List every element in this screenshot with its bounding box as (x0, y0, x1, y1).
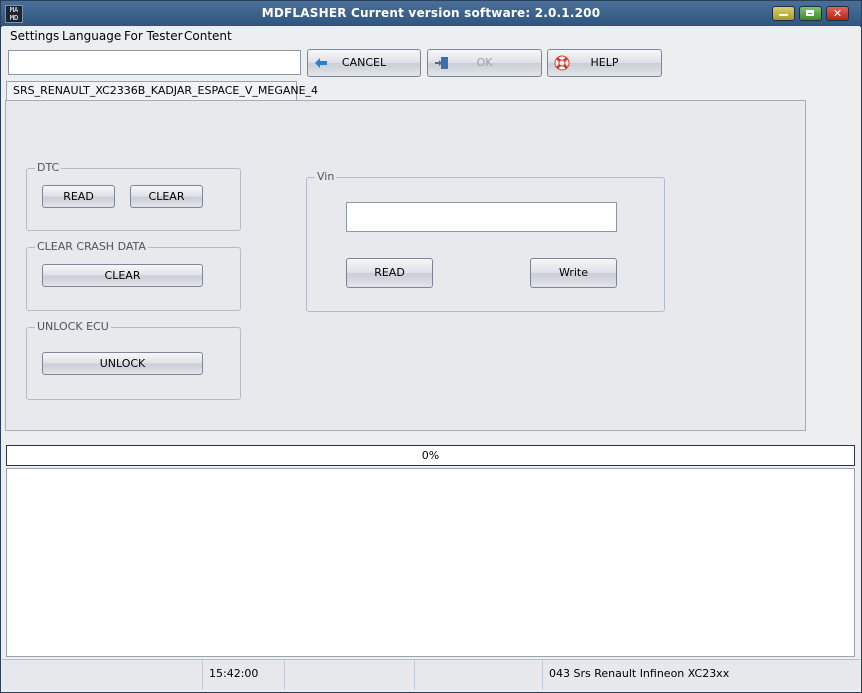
crash-data-group: CLEAR CRASH DATA CLEAR (26, 240, 241, 311)
dtc-group: DTC READ CLEAR (26, 161, 241, 231)
cancel-button[interactable]: CANCEL (307, 49, 421, 77)
window-title: MDFLASHER Current version software: 2.0.… (261, 6, 601, 20)
vin-input[interactable] (346, 202, 617, 232)
maximize-icon (800, 7, 821, 20)
ok-button[interactable]: OK (427, 49, 542, 77)
status-cell-empty-3 (415, 660, 543, 689)
status-cell-empty-1 (2, 660, 203, 689)
menu-bar: Settings Language For Tester Content (2, 26, 860, 46)
close-icon: ✕ (832, 7, 843, 20)
ok-label: OK (476, 56, 493, 69)
dtc-clear-button[interactable]: CLEAR (130, 185, 203, 208)
tab-panel: DTC READ CLEAR CLEAR CRASH DATA CLEAR UN… (5, 100, 806, 431)
vin-group: Vin READ Write (306, 170, 665, 312)
menu-settings[interactable]: Settings (10, 29, 59, 43)
progress-bar: 0% (6, 445, 855, 466)
back-arrow-icon (315, 58, 327, 68)
toolbar-text-field[interactable] (8, 50, 301, 75)
minimize-icon (773, 7, 794, 20)
status-module: 043 Srs Renault Infineon XC23xx (549, 667, 730, 680)
close-button[interactable]: ✕ (826, 6, 849, 21)
help-label: HELP (590, 56, 619, 69)
help-button[interactable]: HELP (547, 49, 662, 77)
app-window: MA MD MDFLASHER Current version software… (0, 0, 862, 693)
vin-group-title: Vin (315, 170, 337, 183)
unlock-button[interactable]: UNLOCK (42, 352, 203, 375)
dtc-group-title: DTC (35, 161, 62, 174)
menu-language[interactable]: Language (62, 29, 121, 43)
vin-read-button[interactable]: READ (346, 258, 433, 288)
status-cell-empty-2 (285, 660, 415, 689)
crash-data-group-title: CLEAR CRASH DATA (35, 240, 148, 253)
vin-write-button[interactable]: Write (530, 258, 617, 288)
crash-clear-button[interactable]: CLEAR (42, 264, 203, 287)
tab-srs-module[interactable]: SRS_RENAULT_XC2336B_KADJAR_ESPACE_V_MEGA… (6, 81, 318, 101)
unlock-ecu-group-title: UNLOCK ECU (35, 320, 111, 333)
minimize-button[interactable] (772, 6, 795, 21)
status-time: 15:42:00 (203, 660, 285, 689)
cancel-label: CANCEL (341, 56, 387, 69)
log-output[interactable] (6, 468, 855, 657)
dtc-read-button[interactable]: READ (42, 185, 115, 208)
maximize-button[interactable] (799, 6, 822, 21)
unlock-ecu-group: UNLOCK ECU UNLOCK (26, 320, 241, 400)
exit-door-icon (435, 57, 448, 69)
menu-for-tester[interactable]: For Tester (124, 29, 183, 43)
lifebuoy-icon (554, 55, 570, 71)
status-bar: 15:42:00 043 Srs Renault Infineon XC23xx (2, 659, 860, 690)
title-bar[interactable]: MA MD MDFLASHER Current version software… (1, 1, 861, 27)
menu-content[interactable]: Content (184, 29, 232, 43)
